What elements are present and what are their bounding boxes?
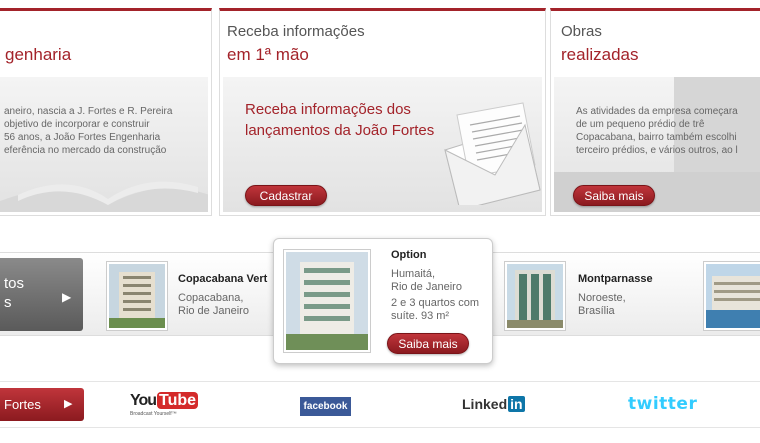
chevron-right-icon: ▶: [64, 398, 73, 410]
card-engenharia: genharia aneiro, nascia a J. Fortes e R.…: [0, 8, 212, 216]
property-popup-option[interactable]: Option Humaitá, Rio de Janeiro 2 e 3 qua…: [273, 238, 493, 364]
building-photo: [286, 252, 368, 350]
property-thumb-montparnasse[interactable]: [504, 261, 566, 331]
popup-property-description: 2 e 3 quartos com suíte. 93 m²: [391, 297, 480, 322]
property-thumb-next[interactable]: [703, 261, 760, 331]
popup-property-name: Option: [391, 249, 427, 261]
card-title-line1: Receba informações: [227, 23, 365, 40]
property-name[interactable]: Copacabana Vert: [178, 273, 267, 285]
card-title: genharia: [5, 45, 72, 64]
linkedin-logo[interactable]: Linked in: [462, 396, 525, 412]
twitter-logo[interactable]: twitter: [628, 394, 697, 414]
facebook-logo[interactable]: facebook: [300, 397, 351, 416]
card-receba-informacoes: Receba informações em 1ª mão Receba info…: [219, 8, 546, 216]
card-image-area: As atividades da empresa começara de um …: [554, 77, 760, 212]
promo-text: Receba informações dos lançamentos da Jo…: [245, 101, 435, 139]
carousel-left-button[interactable]: tos s ▶: [0, 258, 83, 331]
card-title-line1: Obras: [561, 23, 602, 40]
property-location: Noroeste, Brasília: [578, 292, 626, 317]
property-name[interactable]: Montparnasse: [578, 273, 653, 285]
popup-property-location: Humaitá, Rio de Janeiro: [391, 268, 462, 293]
cadastrar-button[interactable]: Cadastrar: [245, 185, 327, 206]
property-thumb-option[interactable]: [283, 249, 371, 353]
envelope-icon: [444, 102, 541, 205]
property-location: Copacabana, Rio de Janeiro: [178, 292, 249, 317]
building-photo: [109, 264, 165, 328]
building-photo: [507, 264, 563, 328]
building-photo: [706, 264, 760, 328]
chevron-right-icon: ▶: [62, 290, 72, 304]
saiba-mais-button[interactable]: Saiba mais: [573, 185, 655, 206]
social-links-bar: Fortes ▶ You Tube Broadcast Yourself™ fac…: [0, 381, 760, 428]
card-promo-area: Receba informações dos lançamentos da Jo…: [223, 77, 542, 212]
card-text: aneiro, nascia a J. Fortes e R. Pereira …: [4, 106, 173, 156]
card-title-line2: em 1ª mão: [227, 45, 309, 64]
property-thumb-copacabana[interactable]: [106, 261, 168, 331]
popup-saiba-mais-button[interactable]: Saiba mais: [387, 333, 469, 354]
footer-left-button[interactable]: Fortes ▶: [0, 388, 84, 421]
youtube-logo[interactable]: You Tube Broadcast Yourself™: [130, 392, 199, 422]
card-obras-realizadas: Obras realizadas As atividades da empres…: [550, 8, 760, 216]
card-image-area: aneiro, nascia a J. Fortes e R. Pereira …: [0, 77, 208, 212]
card-title-line2: realizadas: [561, 45, 639, 64]
card-text: As atividades da empresa começara de um …: [576, 106, 738, 156]
